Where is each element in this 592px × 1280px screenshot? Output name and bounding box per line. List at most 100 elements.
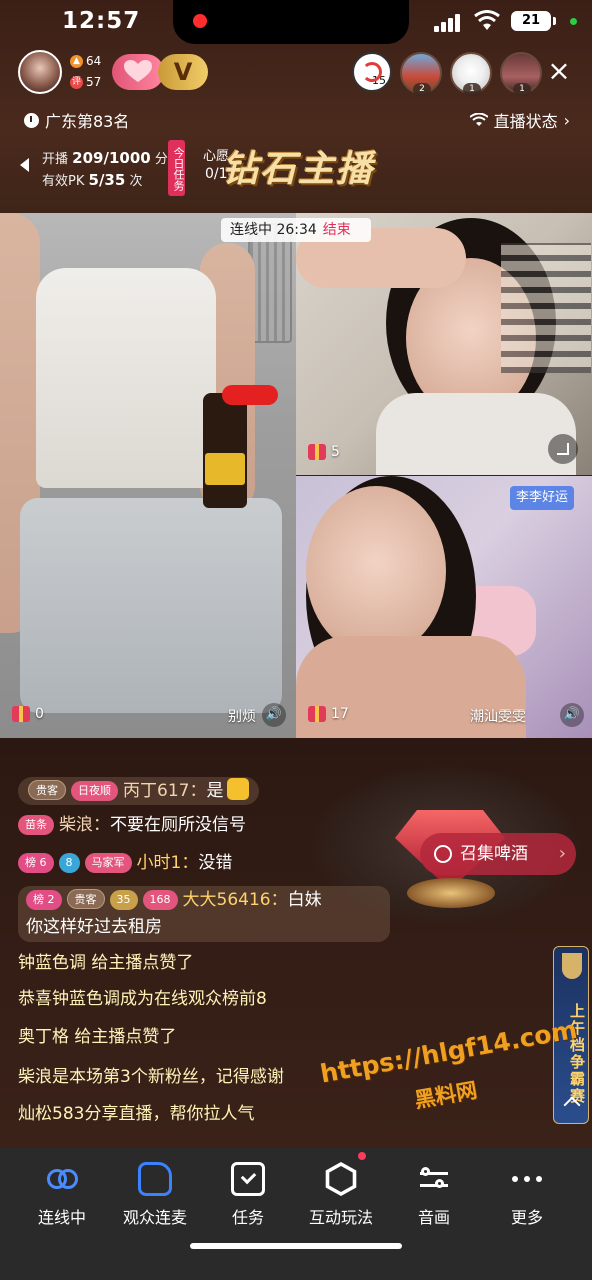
chat-bubble: 贵客 日夜顺 丙丁617：是 bbox=[18, 777, 260, 805]
chat-username[interactable]: 柴浪： bbox=[59, 815, 110, 835]
gift-count-value: 17 bbox=[331, 706, 349, 722]
chat-username[interactable]: 大大56416： bbox=[183, 890, 288, 910]
face bbox=[306, 486, 446, 656]
task-value: 209/1000 bbox=[72, 149, 151, 167]
online-viewer-count[interactable]: 15 bbox=[352, 52, 392, 92]
nav-connecting[interactable]: 连线中 bbox=[12, 1162, 112, 1228]
expand-icon[interactable] bbox=[548, 434, 578, 464]
host-avatar[interactable] bbox=[18, 50, 62, 94]
gift-count-left[interactable]: 0 bbox=[12, 706, 44, 722]
gift-count-value: 0 bbox=[35, 706, 44, 722]
more-icon bbox=[510, 1162, 544, 1196]
chat-text-continued: 你这样好过去租房 bbox=[26, 917, 162, 937]
guest-video-top[interactable] bbox=[296, 213, 592, 475]
chat-text: 是 bbox=[206, 781, 224, 801]
background-decor bbox=[501, 243, 591, 373]
clock-icon bbox=[24, 112, 39, 128]
gift-icon bbox=[308, 444, 326, 460]
chat-username[interactable]: 丙丁617： bbox=[123, 781, 206, 801]
today-task-tag[interactable]: 今日任务 bbox=[168, 140, 185, 196]
task-label: 有效PK bbox=[42, 174, 85, 189]
camera-indicator bbox=[570, 18, 577, 25]
chat-username[interactable]: 小时1： bbox=[137, 853, 199, 873]
trophy-icon bbox=[562, 953, 582, 979]
end-connection-button[interactable]: 结束 bbox=[323, 222, 351, 238]
link-icon bbox=[45, 1162, 79, 1196]
chat-message[interactable]: 苗条 柴浪：不要在厕所没信号 bbox=[18, 812, 246, 838]
shorts bbox=[20, 498, 282, 713]
heart-icon bbox=[124, 60, 152, 82]
dynamic-island bbox=[173, 0, 409, 44]
gift-count-value: 5 bbox=[331, 444, 340, 460]
nav-more[interactable]: 更多 bbox=[477, 1162, 577, 1228]
system-message: 灿松583分享直播，帮你拉人气 bbox=[18, 1104, 255, 1124]
live-status-button[interactable]: 直播状态 › bbox=[469, 108, 570, 132]
viewer-avatar[interactable]: 2 bbox=[400, 52, 442, 96]
viewer-avatar[interactable]: 1 bbox=[450, 52, 492, 96]
connection-status-bar: 连线中 26:34 结束 bbox=[221, 218, 371, 242]
collapse-arrow-icon[interactable] bbox=[20, 158, 29, 172]
clock-time: 12:57 bbox=[62, 8, 141, 34]
task-label: 开播 bbox=[42, 152, 69, 167]
gather-beer-label: 召集啤酒 bbox=[460, 844, 528, 864]
chat-message[interactable]: 榜 2 贵客 35 168 大大56416：白妹 你这样好过去租房 bbox=[18, 886, 390, 942]
gem-pedestal bbox=[407, 878, 495, 908]
speaker-icon[interactable]: 🔊 bbox=[560, 703, 584, 727]
nav-label: 观众连麦 bbox=[122, 1208, 187, 1227]
vip-badge[interactable]: V bbox=[158, 54, 208, 90]
viewer-rank: 1 bbox=[513, 83, 531, 96]
main-video-feed[interactable] bbox=[0, 213, 296, 738]
shirt bbox=[376, 393, 576, 475]
fan-club-badge[interactable] bbox=[112, 54, 164, 90]
viewer-avatar[interactable]: 1 bbox=[500, 52, 542, 96]
chevron-right-icon: › bbox=[558, 843, 566, 864]
rank-label: 广东第83名 bbox=[45, 112, 130, 131]
nav-audio-video[interactable]: 音画 bbox=[384, 1162, 484, 1228]
chat-message[interactable]: 榜 6 8 马家军 小时1：没错 bbox=[18, 850, 232, 876]
chat-text: 不要在厕所没信号 bbox=[110, 815, 246, 835]
gather-beer-button[interactable]: 召集啤酒 › bbox=[420, 833, 576, 875]
nav-tasks[interactable]: 任务 bbox=[198, 1162, 298, 1228]
fan-badge: 马家军 bbox=[84, 853, 132, 873]
flame-value: 64 bbox=[86, 54, 102, 68]
task-valid-pk: 有效PK 5/35 次 bbox=[42, 170, 142, 189]
guest-badge: 贵客 bbox=[28, 780, 66, 800]
host-stat-flame: ▲ 64 bbox=[70, 54, 101, 68]
nav-label: 更多 bbox=[510, 1208, 543, 1227]
review-value: 57 bbox=[86, 75, 102, 89]
chat-text: 没错 bbox=[198, 853, 233, 873]
gift-count-top-right[interactable]: 5 bbox=[308, 444, 340, 460]
gift-count-bottom-right[interactable]: 17 bbox=[308, 706, 349, 722]
speaker-icon[interactable]: 🔊 bbox=[262, 703, 286, 727]
chat-message[interactable]: 贵客 日夜顺 丙丁617：是 bbox=[18, 777, 260, 805]
live-status-label: 直播状态 bbox=[493, 112, 558, 131]
system-message: 恭喜钟蓝色调成为在线观众榜前8 bbox=[18, 989, 267, 1009]
home-indicator[interactable] bbox=[190, 1243, 402, 1249]
close-icon[interactable]: × bbox=[546, 57, 572, 85]
system-message: 钟蓝色调 给主播点赞了 bbox=[18, 953, 194, 973]
diamond-host-banner[interactable]: 钻石主播 bbox=[222, 140, 374, 192]
region-rank[interactable]: 广东第83名 bbox=[24, 108, 129, 132]
sliders-icon bbox=[417, 1162, 451, 1196]
gift-icon bbox=[308, 706, 326, 722]
task-icon bbox=[231, 1162, 265, 1196]
level-badge: 35 bbox=[109, 890, 138, 910]
guest-video-bottom[interactable] bbox=[296, 476, 592, 738]
nav-interactive[interactable]: 互动玩法 bbox=[291, 1162, 391, 1228]
viewer-rank: 2 bbox=[413, 83, 431, 96]
signal-icon bbox=[469, 113, 488, 126]
system-message: 柴浪是本场第3个新粉丝，记得感谢 bbox=[18, 1067, 284, 1087]
bottle bbox=[203, 393, 247, 508]
fan-badge: 日夜顺 bbox=[71, 781, 118, 801]
wifi-icon bbox=[474, 10, 500, 30]
interact-icon bbox=[325, 1162, 357, 1196]
notification-dot bbox=[358, 1152, 366, 1160]
viewers-icon bbox=[362, 62, 382, 82]
guest-badge: 贵客 bbox=[66, 889, 105, 909]
host-stat-review: 评 57 bbox=[70, 75, 101, 89]
cellular-signal-icon bbox=[434, 14, 462, 32]
task-broadcast-minutes: 开播 209/1000 分钟 bbox=[42, 148, 181, 167]
nav-audience-mic[interactable]: 观众连麦 bbox=[105, 1162, 205, 1228]
chat-text: 白妹 bbox=[287, 890, 322, 910]
nav-label: 互动玩法 bbox=[308, 1208, 373, 1227]
